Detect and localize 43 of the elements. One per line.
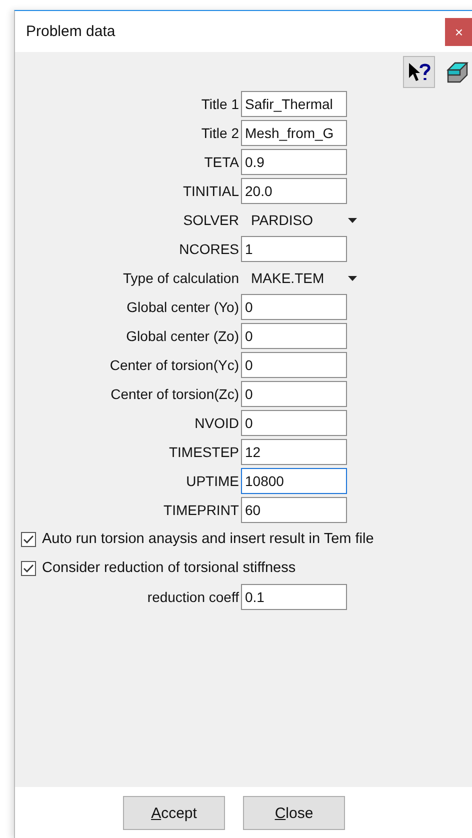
close-dialog-button[interactable]: Close (243, 796, 345, 830)
input-field[interactable]: 20.0 (241, 178, 347, 204)
help-cursor-icon[interactable] (403, 56, 435, 88)
field-label: reduction coeff (146, 589, 240, 605)
input-field[interactable]: 60 (241, 497, 347, 523)
dropdown[interactable]: MAKE.TEM (241, 265, 357, 291)
field-label: TIMEPRINT (162, 502, 240, 518)
field-label: SOLVER (182, 212, 240, 228)
input-field[interactable]: 0 (241, 381, 347, 407)
window-title: Problem data (26, 23, 116, 40)
input-field[interactable]: 0.1 (241, 584, 347, 610)
input-field[interactable]: 0 (241, 294, 347, 320)
checkbox-label: Consider reduction of torsional stiffness (42, 560, 296, 576)
field-label: Type of calculation (122, 270, 240, 286)
field-label: TETA (203, 154, 240, 170)
input-field[interactable]: 0 (241, 410, 347, 436)
input-field[interactable]: 12 (241, 439, 347, 465)
field-label: Global center (Zo) (125, 328, 240, 344)
field-label: Center of torsion(Zc) (110, 386, 240, 402)
field-label: TIMESTEP (168, 444, 240, 460)
field-label: NVOID (194, 415, 240, 431)
close-button[interactable]: × (445, 18, 472, 46)
input-field[interactable]: 10800 (241, 468, 347, 494)
caret-icon (348, 276, 357, 280)
field-label: Title 2 (200, 125, 240, 141)
dropdown[interactable]: PARDISO (241, 207, 357, 233)
checkbox[interactable] (21, 560, 36, 576)
input-field[interactable]: 1 (241, 236, 347, 262)
field-label: Center of torsion(Yc) (108, 357, 240, 373)
field-label: Title 1 (200, 96, 240, 112)
checkbox[interactable] (21, 532, 36, 546)
input-field[interactable]: 0 (241, 323, 347, 349)
input-field[interactable]: Safir_Thermal (241, 91, 347, 117)
field-label: Global center (Yo) (126, 299, 240, 315)
checkbox-label: Auto run torsion anaysis and insert result in Tem file (42, 531, 374, 547)
accept-button[interactable]: Accept (123, 796, 225, 830)
field-label: UPTIME (185, 473, 240, 489)
input-field[interactable]: 0.9 (241, 149, 347, 175)
field-label: TINITIAL (182, 183, 240, 199)
input-field[interactable]: 0 (241, 352, 347, 378)
caret-icon (348, 218, 357, 222)
field-label: NCORES (178, 241, 240, 257)
input-field[interactable]: Mesh_from_G (241, 120, 347, 146)
